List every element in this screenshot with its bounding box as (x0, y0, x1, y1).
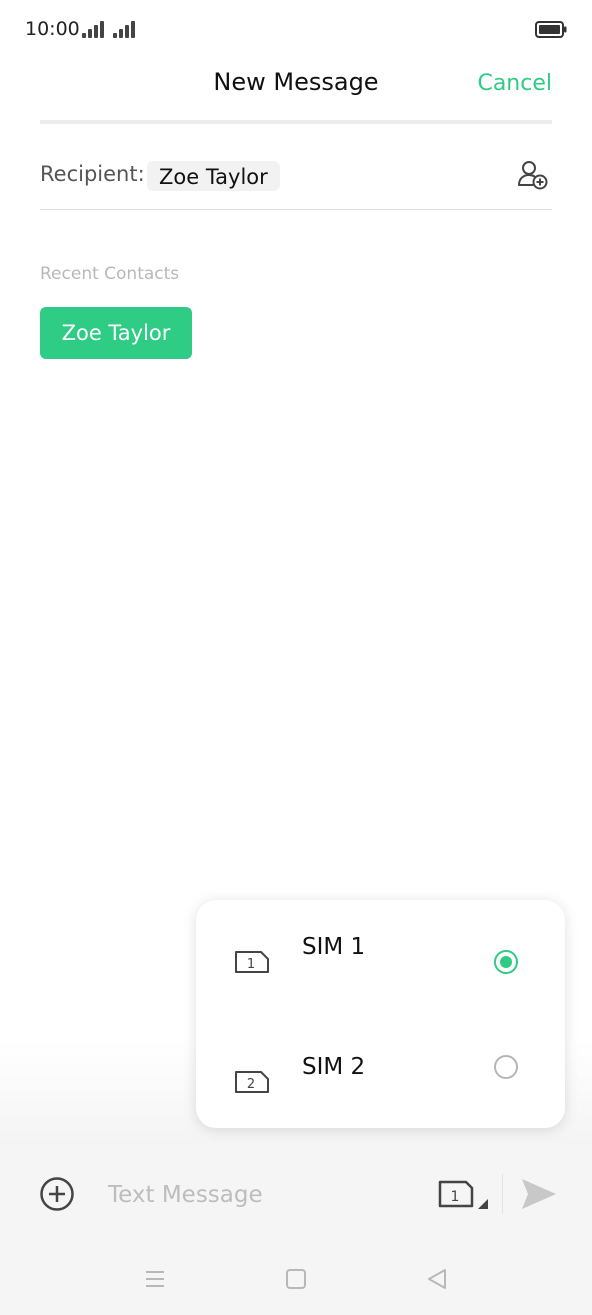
sim-card-number: 2 (247, 1077, 255, 1092)
status-bar: 10:00 (0, 0, 592, 60)
compose-bar: 1 (0, 1144, 592, 1244)
header-divider (40, 120, 552, 124)
compose-separator (502, 1174, 503, 1214)
signal-icon (82, 20, 108, 38)
sim-option-2[interactable]: 2 SIM 2 (196, 1016, 565, 1116)
send-icon[interactable] (520, 1177, 558, 1211)
recipient-row[interactable]: Recipient: Zoe Taylor (40, 156, 552, 200)
sim-card-number: 1 (247, 957, 255, 972)
battery-icon (535, 21, 567, 38)
recipient-divider (40, 209, 552, 210)
sim-2-radio[interactable] (494, 1055, 518, 1079)
status-time: 10:00 (25, 18, 80, 40)
recipient-chip[interactable]: Zoe Taylor (147, 161, 280, 191)
sim-1-radio[interactable] (494, 950, 518, 974)
text-message-input[interactable] (108, 1178, 408, 1212)
add-contact-icon[interactable] (516, 158, 550, 192)
sim-card-icon: 2 (235, 1071, 269, 1093)
sim-card-icon: 1 (235, 951, 269, 973)
header: New Message Cancel (0, 60, 592, 110)
sim-option-label: SIM 2 (302, 1054, 366, 1080)
recent-contacts-heading: Recent Contacts (40, 264, 180, 284)
sim-option-1[interactable]: 1 SIM 1 (196, 912, 565, 1012)
recipient-label: Recipient: (40, 162, 145, 186)
add-circle-icon[interactable] (39, 1176, 75, 1212)
recent-contact-chip[interactable]: Zoe Taylor (40, 307, 192, 359)
home-icon[interactable] (281, 1266, 311, 1292)
signal-icon (113, 20, 139, 38)
navigation-bar (0, 1244, 592, 1315)
cancel-button[interactable]: Cancel (477, 71, 552, 96)
sim-card-number: 1 (451, 1189, 460, 1205)
back-icon[interactable] (422, 1266, 452, 1292)
sim-selection-menu: 1 SIM 1 2 SIM 2 (196, 900, 565, 1128)
sim-card-icon[interactable]: 1 (438, 1180, 490, 1210)
sim-option-label: SIM 1 (302, 934, 366, 960)
menu-icon[interactable] (140, 1266, 170, 1292)
